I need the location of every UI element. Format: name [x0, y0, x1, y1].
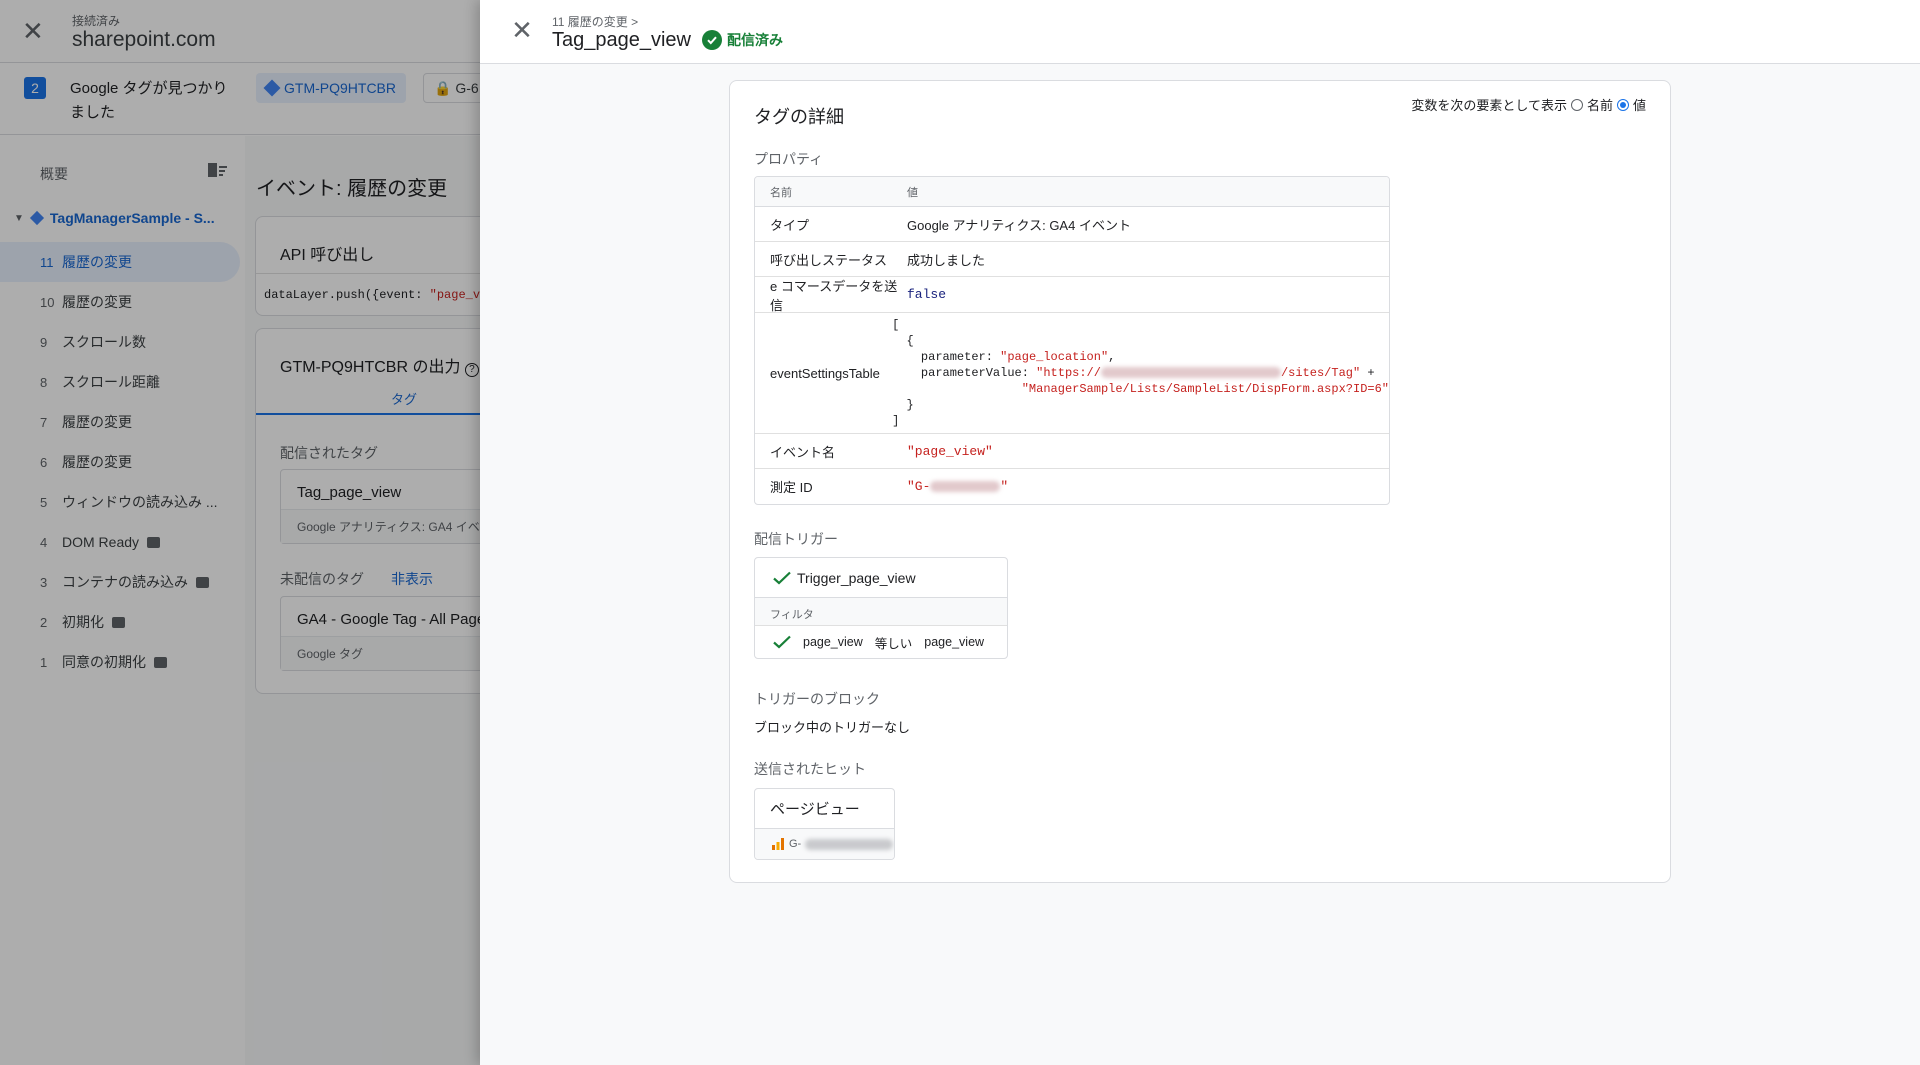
code-punct: , — [1108, 350, 1116, 364]
col-value: 値 — [907, 186, 918, 199]
row-label: 呼び出しステータス — [770, 252, 888, 268]
hit-card[interactable]: ページビュー G- — [754, 788, 895, 860]
properties-heading: プロパティ — [754, 151, 824, 167]
table-row: 呼び出しステータス 成功しました — [755, 242, 1389, 277]
table-row: タイプ Google アナリティクス: GA4 イベント — [755, 207, 1389, 242]
event-settings-code: [ { parameter: "page_location", paramete… — [890, 317, 1389, 429]
row-value: "page_view" — [907, 443, 993, 459]
redacted-id — [930, 481, 1001, 493]
code-line: [ — [892, 318, 900, 332]
code-punct: + — [1360, 366, 1375, 380]
measurement-suffix: " — [1000, 479, 1009, 494]
code-key: parameter: — [892, 350, 1001, 364]
analytics-icon — [772, 838, 784, 850]
row-value: 成功しました — [907, 252, 986, 268]
code-string: /sites/Tag" — [1280, 366, 1361, 380]
row-value: Google アナリティクス: GA4 イベント — [907, 217, 1131, 233]
filter-operator: 等しい — [874, 636, 913, 651]
radio-value-label: 値 — [1632, 98, 1646, 113]
code-string: "ManagerSample/Lists/SampleList/DispForm… — [1021, 382, 1389, 396]
check-icon — [773, 571, 791, 584]
code-string: "https:// — [1036, 366, 1101, 380]
drawer-header: ✕ 11 履歴の変更 > Tag_page_view 配信済み — [480, 0, 1920, 64]
toggle-label: 変数を次の要素として表示 — [1411, 98, 1567, 113]
tag-details-card: タグの詳細 変数を次の要素として表示 名前 値 プロパティ 名前 値 タイプ G… — [729, 80, 1671, 883]
row-value: false — [907, 287, 947, 302]
properties-table: 名前 値 タイプ Google アナリティクス: GA4 イベント 呼び出しステ… — [754, 176, 1390, 505]
hit-id-row: G- — [755, 829, 894, 859]
table-row: イベント名 "page_view" — [755, 434, 1389, 469]
radio-name-label: 名前 — [1586, 98, 1613, 113]
filter-variable: page_view — [803, 635, 863, 649]
row-label: eventSettingsTable — [770, 365, 880, 381]
hit-title: ページビュー — [755, 789, 894, 829]
close-drawer-icon[interactable]: ✕ — [508, 16, 536, 44]
redacted-url — [1100, 367, 1281, 379]
table-header: 名前 値 — [755, 177, 1389, 207]
check-icon — [773, 635, 791, 649]
trigger-row[interactable]: Trigger_page_view — [755, 558, 1007, 598]
blocking-triggers-value: ブロック中のトリガーなし — [754, 720, 911, 735]
radio-name[interactable] — [1570, 98, 1583, 111]
hits-sent-heading: 送信されたヒット — [754, 761, 866, 777]
status-text: 配信済み — [727, 32, 783, 48]
trigger-card: Trigger_page_view フィルタ page_view 等しい pag… — [754, 557, 1008, 659]
row-label: 測定 ID — [770, 480, 813, 495]
card-title: タグの詳細 — [754, 107, 844, 127]
row-label: タイプ — [770, 217, 810, 233]
row-label: イベント名 — [770, 444, 836, 460]
table-row: e コマースデータを送信 false — [755, 277, 1389, 313]
breadcrumb[interactable]: 11 履歴の変更 > — [552, 13, 638, 30]
row-label: e コマースデータを送信 — [770, 278, 898, 313]
code-line: { — [892, 334, 914, 348]
blocking-triggers-heading: トリガーのブロック — [754, 691, 880, 707]
drawer-title: Tag_page_view — [552, 29, 691, 51]
modal-scrim[interactable] — [0, 0, 480, 1065]
redacted-id — [805, 838, 894, 850]
radio-value[interactable] — [1616, 98, 1629, 111]
code-key: parameterValue: — [892, 366, 1037, 380]
code-line: } — [892, 398, 914, 412]
table-row: eventSettingsTable [ { parameter: "page_… — [755, 313, 1389, 434]
table-row: 測定 ID "G- " — [755, 469, 1389, 504]
filter-heading: フィルタ — [755, 598, 1007, 626]
measurement-id-value: "G- " — [905, 479, 1389, 494]
measurement-prefix: "G- — [907, 479, 931, 494]
filter-row: page_view 等しい page_view — [755, 626, 1007, 658]
firing-triggers-heading: 配信トリガー — [754, 531, 838, 547]
hit-id-prefix: G- — [789, 838, 802, 850]
code-line: ] — [892, 414, 900, 428]
tag-detail-drawer: ✕ 11 履歴の変更 > Tag_page_view 配信済み タグの詳細 変数… — [480, 0, 1920, 1065]
col-name: 名前 — [770, 186, 792, 199]
filter-value: page_view — [924, 635, 985, 649]
check-circle-icon — [702, 30, 722, 50]
status-badge: 配信済み — [702, 30, 783, 50]
code-string: "page_location" — [1000, 350, 1109, 364]
trigger-name: Trigger_page_view — [797, 569, 916, 586]
variable-display-toggle: 変数を次の要素として表示 名前 値 — [1411, 95, 1646, 114]
